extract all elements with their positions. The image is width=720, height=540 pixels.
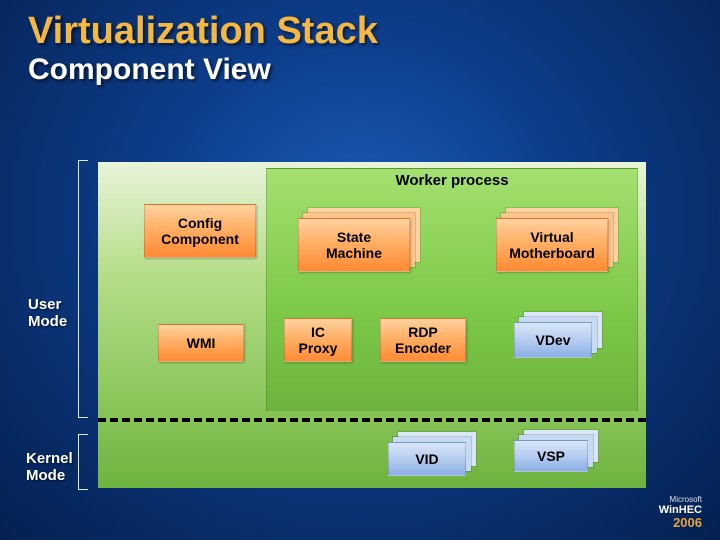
kernel-label-line1: Kernel (26, 450, 73, 467)
branding: Microsoft WinHEC 2006 (659, 496, 702, 530)
slide-title: Virtualization Stack (0, 0, 720, 53)
slide-subtitle: Component View (0, 53, 720, 87)
vid-box: VID (388, 442, 466, 476)
vdev-label: VDev (535, 332, 570, 348)
vendor-label: Microsoft (659, 496, 702, 504)
rdp-encoder-label: RDP Encoder (395, 324, 451, 356)
user-label-line1: User (28, 296, 61, 313)
ic-proxy-label: IC Proxy (299, 324, 338, 356)
worker-process-container (266, 168, 638, 412)
virtual-motherboard-box: Virtual Motherboard (496, 218, 608, 272)
vdev-box: VDev (514, 322, 592, 358)
config-component-box: Config Component (144, 204, 256, 258)
vsp-label: VSP (537, 448, 565, 464)
product-label: WinHEC (659, 504, 702, 516)
wmi-label: WMI (187, 335, 216, 351)
vsp-box: VSP (514, 440, 588, 472)
user-mode-bracket (78, 160, 88, 418)
wmi-box: WMI (158, 324, 244, 362)
vid-label: VID (415, 451, 438, 467)
kernel-mode-label: Kernel Mode (26, 450, 73, 485)
rdp-encoder-box: RDP Encoder (380, 318, 466, 362)
state-machine-box: State Machine (298, 218, 410, 272)
mode-separator (98, 418, 646, 422)
ic-proxy-box: IC Proxy (284, 318, 352, 362)
kernel-label-line2: Mode (26, 467, 65, 484)
diagram-area: Worker process Config Component WMI Stat… (98, 162, 646, 488)
user-label-line2: Mode (28, 313, 67, 330)
virtual-motherboard-label: Virtual Motherboard (509, 229, 595, 261)
kernel-mode-bracket (78, 434, 88, 490)
config-component-label: Config Component (161, 215, 239, 247)
state-machine-label: State Machine (326, 229, 382, 261)
worker-process-title: Worker process (266, 172, 638, 189)
user-mode-label: User Mode (28, 296, 67, 331)
year-label: 2006 (659, 516, 702, 530)
